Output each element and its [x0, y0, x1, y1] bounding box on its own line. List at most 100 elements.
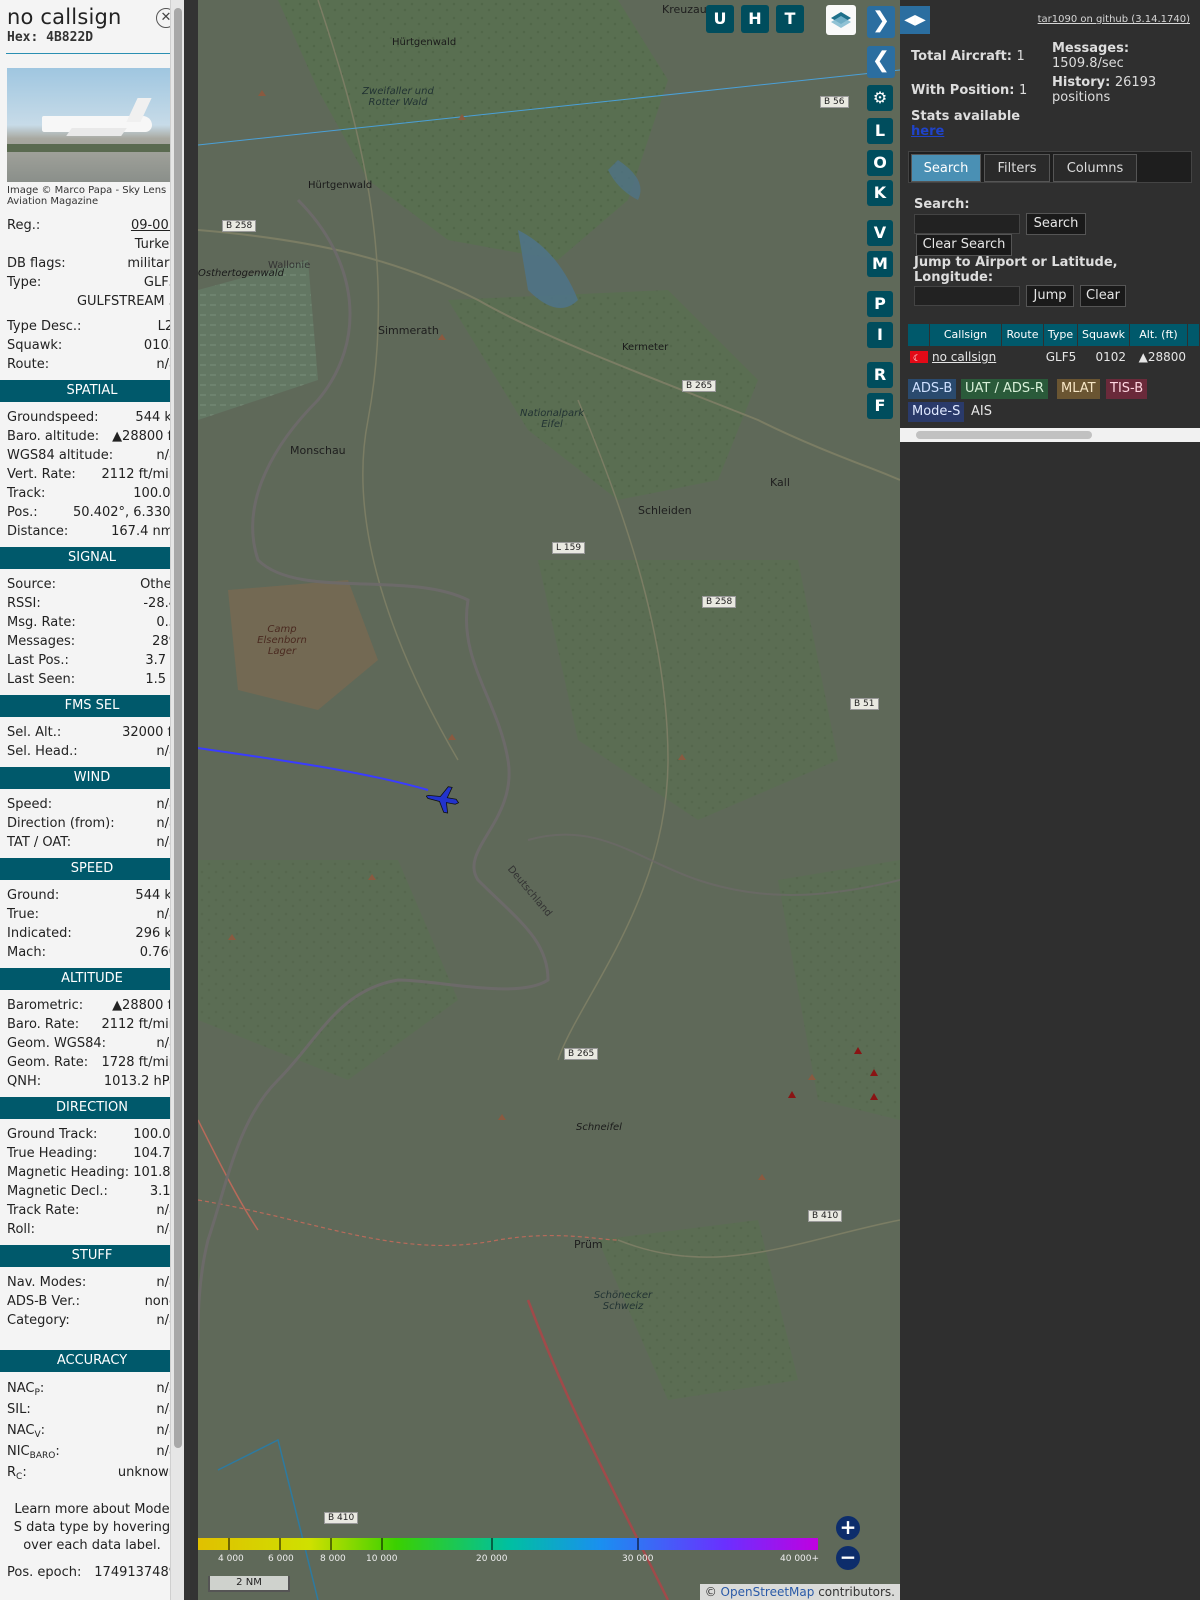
- button-k[interactable]: K: [867, 180, 893, 206]
- map-attribution: © OpenStreetMap contributors.: [699, 1584, 900, 1600]
- chevron-left-icon: ❮: [871, 48, 891, 73]
- button-p[interactable]: P: [867, 291, 893, 317]
- gear-icon: ⚙: [872, 88, 888, 107]
- info-scrollbar-thumb[interactable]: [174, 8, 182, 1448]
- clear-button[interactable]: Clear: [1080, 285, 1126, 307]
- info-row-value: ▲28800 ft: [112, 429, 177, 444]
- button-i[interactable]: I: [867, 322, 893, 348]
- zoom-out-button[interactable]: −: [836, 1546, 860, 1570]
- info-row: Squawk: 0102: [0, 336, 184, 355]
- table-row[interactable]: no callsign GLF5 0102 ▲28800: [908, 346, 1200, 370]
- info-row: Type Desc.: L2J: [0, 317, 184, 336]
- layers-button[interactable]: [826, 5, 856, 35]
- pos-epoch-label: Pos. epoch:: [7, 1565, 82, 1580]
- info-row-value: ▲28800 ft: [112, 998, 177, 1013]
- info-row-label: Messages:: [7, 634, 76, 649]
- info-row: TAT / OAT: n/a: [0, 833, 184, 852]
- col-type[interactable]: Type: [1044, 324, 1078, 346]
- button-h[interactable]: H: [741, 5, 769, 33]
- legend-label: 6 000: [268, 1554, 294, 1564]
- stats-link[interactable]: here: [911, 124, 944, 139]
- info-row-label: Vert. Rate:: [7, 467, 76, 482]
- aircraft-photo[interactable]: [7, 68, 178, 182]
- info-scrollbar[interactable]: [170, 0, 184, 1600]
- info-row-value: 2112 ft/min: [101, 467, 177, 482]
- plus-icon: +: [839, 1515, 857, 1539]
- search-input[interactable]: [914, 214, 1020, 234]
- button-l[interactable]: L: [867, 118, 893, 144]
- layers-icon: [831, 12, 851, 28]
- with-position-value: 1: [1019, 83, 1028, 98]
- accuracy-label: SIL:: [7, 1402, 31, 1417]
- accuracy-label-main: NAC: [7, 1381, 35, 1396]
- button-v[interactable]: V: [867, 220, 893, 246]
- history-label: History:: [1052, 75, 1111, 90]
- button-f[interactable]: F: [867, 393, 893, 419]
- total-aircraft-label: Total Aircraft:: [911, 49, 1012, 64]
- with-position-label: With Position:: [911, 83, 1015, 98]
- messages-value: 1509.8/sec: [1052, 56, 1124, 71]
- expand-panel-button[interactable]: ◀▶: [900, 6, 930, 34]
- jump-button[interactable]: Jump: [1026, 285, 1074, 307]
- back-arrow-button[interactable]: ❮: [867, 46, 895, 78]
- map-label-town: Kall: [770, 476, 790, 489]
- accuracy-label-sub: BARO: [29, 1451, 56, 1461]
- total-aircraft-value: 1: [1016, 49, 1025, 64]
- button-r[interactable]: R: [867, 362, 893, 388]
- forward-arrow-button[interactable]: ❯: [867, 6, 895, 38]
- info-row: Distance: 167.4 nmi: [0, 522, 184, 541]
- row-callsign[interactable]: no callsign: [930, 346, 1002, 368]
- map-label-area: Schönecker Schweiz: [593, 1290, 653, 1312]
- info-row: Track: 100.0°: [0, 484, 184, 503]
- map-view[interactable]: Kreuzau Hürtgenwald Hürtgenwald Simmerat…: [198, 0, 900, 1600]
- tab-columns[interactable]: Columns: [1053, 154, 1137, 182]
- settings-button[interactable]: ⚙: [867, 85, 893, 111]
- info-row-label: ADS-B Ver.:: [7, 1294, 80, 1309]
- col-route[interactable]: Route: [1002, 324, 1044, 346]
- button-u[interactable]: U: [706, 5, 734, 33]
- hex-id: Hex: 4B822D: [7, 30, 94, 45]
- github-link[interactable]: tar1090 on github (3.14.1740): [1038, 14, 1190, 25]
- col-squawk[interactable]: Squawk: [1078, 324, 1130, 346]
- row-route: [1002, 346, 1044, 368]
- info-row-label: Squawk:: [7, 338, 63, 353]
- chevron-right-icon: ❯: [871, 8, 891, 33]
- attribution-suffix: contributors.: [814, 1585, 895, 1599]
- jump-input[interactable]: [914, 286, 1020, 306]
- col-altitude[interactable]: Alt. (ft): [1130, 324, 1188, 346]
- info-row: Roll: n/a: [0, 1220, 184, 1239]
- button-o[interactable]: O: [867, 150, 893, 176]
- aircraft-marker[interactable]: [426, 784, 460, 814]
- accuracy-label: NACV:: [7, 1423, 46, 1440]
- accuracy-label: NICBARO:: [7, 1444, 60, 1461]
- table-scrollbar[interactable]: [900, 428, 1200, 442]
- basic-info: Reg.: 09-001 Turkey DB flags: military Type: G…: [0, 216, 184, 311]
- info-row: Msg. Rate: 0.5: [0, 613, 184, 632]
- info-row: Sel. Head.: n/a: [0, 742, 184, 761]
- info-row-label: True:: [7, 907, 39, 922]
- osm-link[interactable]: OpenStreetMap: [721, 1585, 815, 1599]
- accuracy-label-main: R: [7, 1465, 17, 1480]
- col-callsign[interactable]: Callsign: [930, 324, 1002, 346]
- info-row: Ground: 544 kt: [0, 886, 184, 905]
- info-row-label: Roll:: [7, 1222, 36, 1237]
- info-row: Magnetic Decl.: 3.1°: [0, 1182, 184, 1201]
- button-t[interactable]: T: [776, 5, 804, 33]
- tab-filters[interactable]: Filters: [984, 154, 1050, 182]
- info-row-label: Magnetic Heading:: [7, 1165, 130, 1180]
- clear-search-button[interactable]: Clear Search: [916, 234, 1012, 256]
- zoom-in-button[interactable]: +: [836, 1516, 860, 1540]
- info-row-label: WGS84 altitude:: [7, 448, 114, 463]
- button-m[interactable]: M: [867, 251, 893, 277]
- learn-more-text: Learn more about Mode S data type by hov…: [13, 1502, 171, 1553]
- search-button[interactable]: Search: [1026, 213, 1086, 235]
- table-scrollbar-thumb[interactable]: [916, 431, 1092, 439]
- tab-search[interactable]: Search: [911, 154, 981, 182]
- info-row: DB flags: military: [0, 254, 184, 273]
- info-row-label: Track Rate:: [7, 1203, 80, 1218]
- info-row: Magnetic Heading: 101.8°: [0, 1163, 184, 1182]
- row-altitude: ▲28800: [1138, 350, 1186, 364]
- road-shield: B 265: [564, 1048, 599, 1060]
- source-uat: UAT / ADS-R: [961, 379, 1048, 399]
- map-label-town: Prüm: [574, 1238, 603, 1251]
